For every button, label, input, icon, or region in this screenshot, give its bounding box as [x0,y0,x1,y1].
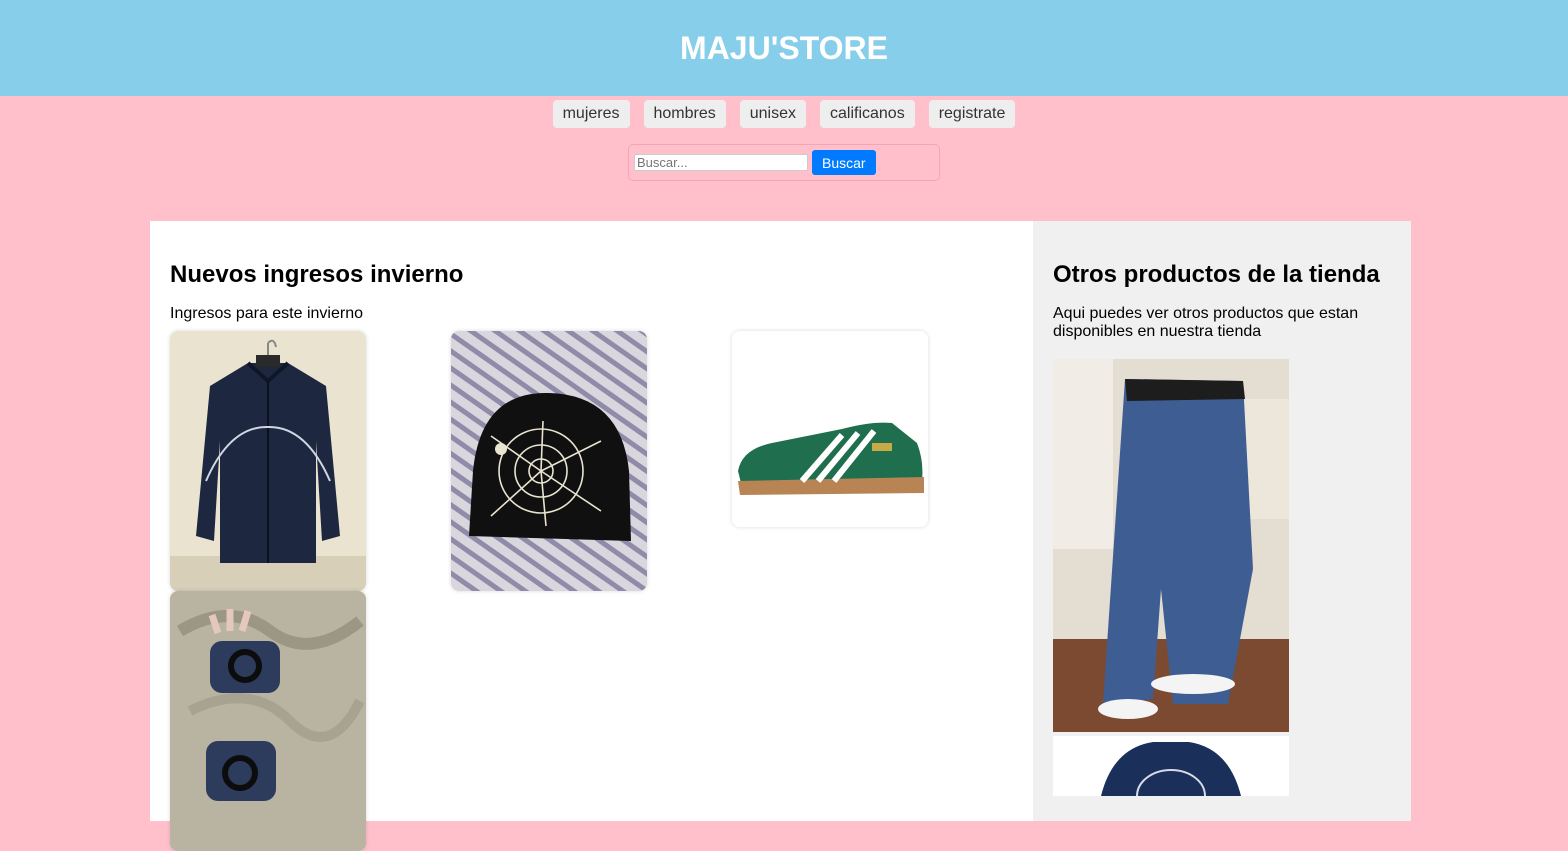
search-input[interactable] [634,154,808,171]
product-image-jeans[interactable] [1053,359,1289,732]
product-image-beanie[interactable] [451,331,647,591]
product-card [451,331,732,591]
site-title: MAJU'STORE [680,29,888,66]
content-container: Nuevos ingresos invierno Ingresos para e… [150,221,1411,851]
main-nav: mujeres hombres unisex calificanos regis… [0,100,1568,128]
nav-link-calificanos[interactable]: calificanos [820,100,915,128]
product-card [732,331,1013,591]
search-button[interactable]: Buscar [812,150,876,175]
sidebar-text: Aqui puedes ver otros productos que esta… [1053,305,1359,340]
main-section: Nuevos ingresos invierno Ingresos para e… [150,221,1033,851]
nav-link-mujeres[interactable]: mujeres [552,100,630,128]
sidebar-title: Otros productos de la tienda [1053,261,1380,288]
nav-link-unisex[interactable]: unisex [739,100,806,128]
product-image-sneaker[interactable] [732,331,928,527]
sidebar: Otros productos de la tienda Aqui puedes… [1033,221,1411,821]
product-image-jacket[interactable] [170,331,366,591]
product-image-gloves[interactable] [170,591,366,851]
section-title: Nuevos ingresos invierno [170,261,464,288]
product-card [170,591,451,851]
nav-link-registrate[interactable]: registrate [928,100,1016,128]
product-image-sweater[interactable] [1053,736,1289,796]
section-subtitle: Ingresos para este invierno [170,305,363,322]
product-card [170,331,451,591]
nav-link-hombres[interactable]: hombres [643,100,726,128]
search-form: Buscar [628,144,940,181]
site-header: MAJU'STORE [0,0,1568,96]
product-grid [170,331,1013,851]
